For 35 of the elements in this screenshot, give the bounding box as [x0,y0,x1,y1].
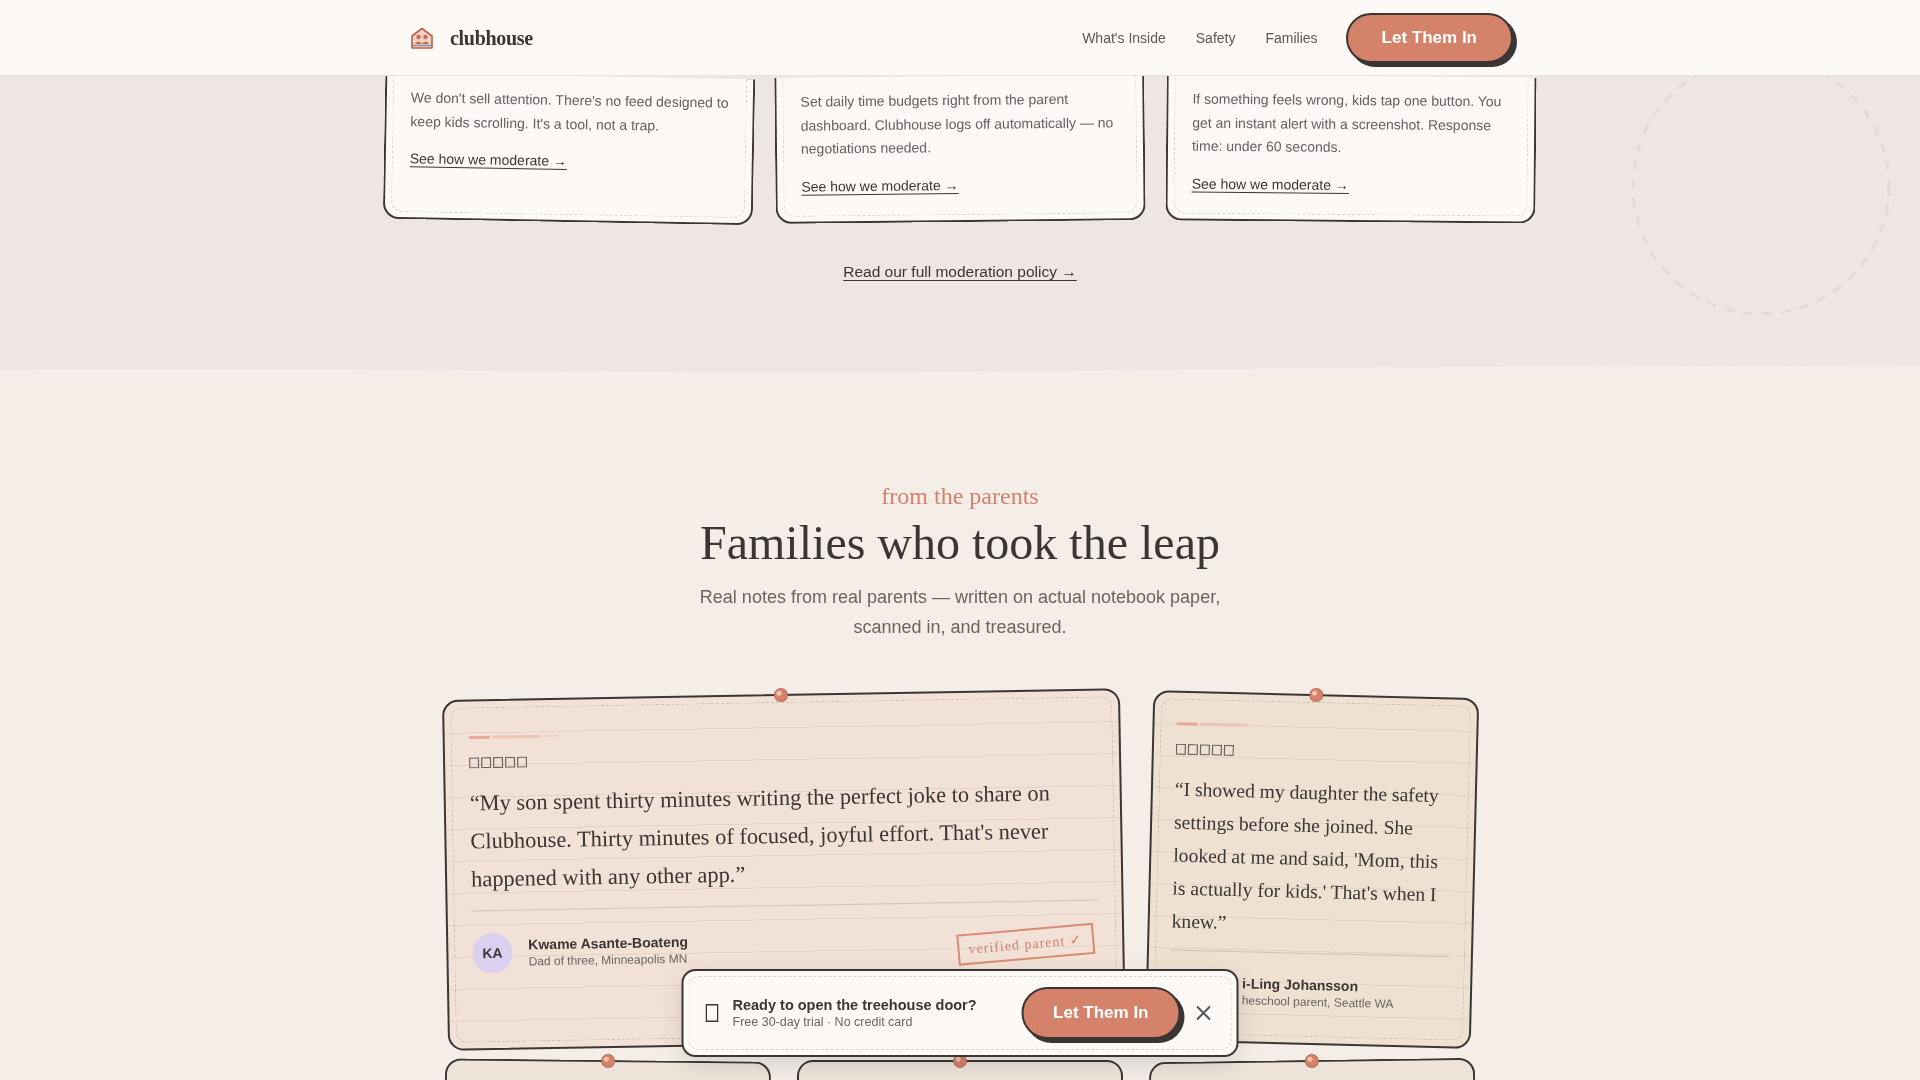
section-subtitle: Real notes from real parents — written on actual notebook paper, scanned in, and treasured. [698,586,1222,639]
pin-icon [773,687,789,703]
pin-icon [601,1053,616,1069]
moderation-link[interactable]: See how we moderate → [409,148,568,172]
square-glyphs-icon [1175,743,1234,757]
nav-link[interactable]: Safety [1195,27,1236,49]
close-icon [1196,1006,1211,1020]
author-detail: Dad of three, Minneapolis MN [528,950,689,970]
feature-description: Set daily time budgets right from the parent dashboard. Clubhouse logs off automatically — no negotiations needed. [800,89,1115,159]
square-glyph-icon [705,1004,719,1022]
section-title: Families who took the leap [699,515,1221,571]
house-logo-icon [410,27,434,49]
tape-marks-icon [1176,721,1267,728]
pin-icon [1309,687,1324,703]
brand-name[interactable]: clubhouse [450,23,533,53]
author-name: Kwame Asante-Boateng [528,932,689,953]
tape-marks-icon [468,733,559,740]
section-eyebrow: from the parents [880,482,1040,511]
testimonial-quote: “I showed my daughter the safety settings before she joined. She looked at me and said, 'Mom, this is actually for kids.' That's when I knew.” [1171,777,1440,935]
prompt-title: Ready to open the treehouse door? [732,995,977,1014]
author-detail: heschool parent, Seattle WA [1241,992,1394,1014]
nav-link[interactable]: What's Inside [1082,27,1166,49]
testimonial-quote: “My son spent thirty minutes writing the perfect joke to share on Clubhouse. Thirty minutes of focused, joyful effort. That's never happened with any other app.” [469,779,1052,894]
nav-link[interactable]: Families [1265,27,1318,49]
pin-icon [1304,1053,1319,1069]
verified-stamp: verified parent ✓ [956,922,1096,966]
author-name: i-Ling Johansson [1242,974,1360,995]
moderation-link[interactable]: See how we moderate → [1191,173,1349,196]
square-glyphs-icon [469,756,528,769]
prompt-subtitle: Free 30-day trial · No credit card [732,1013,914,1031]
avatar: KA [472,932,513,974]
feature-description: If something feels wrong, kids tap one button. You get an instant alert with a screenshot. Response time: under 60 seconds. [1191,89,1503,157]
feature-description: We don't sell attention. There's no feed designed to keep kids scrolling. It's a tool, not a trap. [410,88,730,136]
policy-link[interactable]: Read our full moderation policy → [843,260,1077,284]
moderation-link[interactable]: See how we moderate → [801,174,959,198]
